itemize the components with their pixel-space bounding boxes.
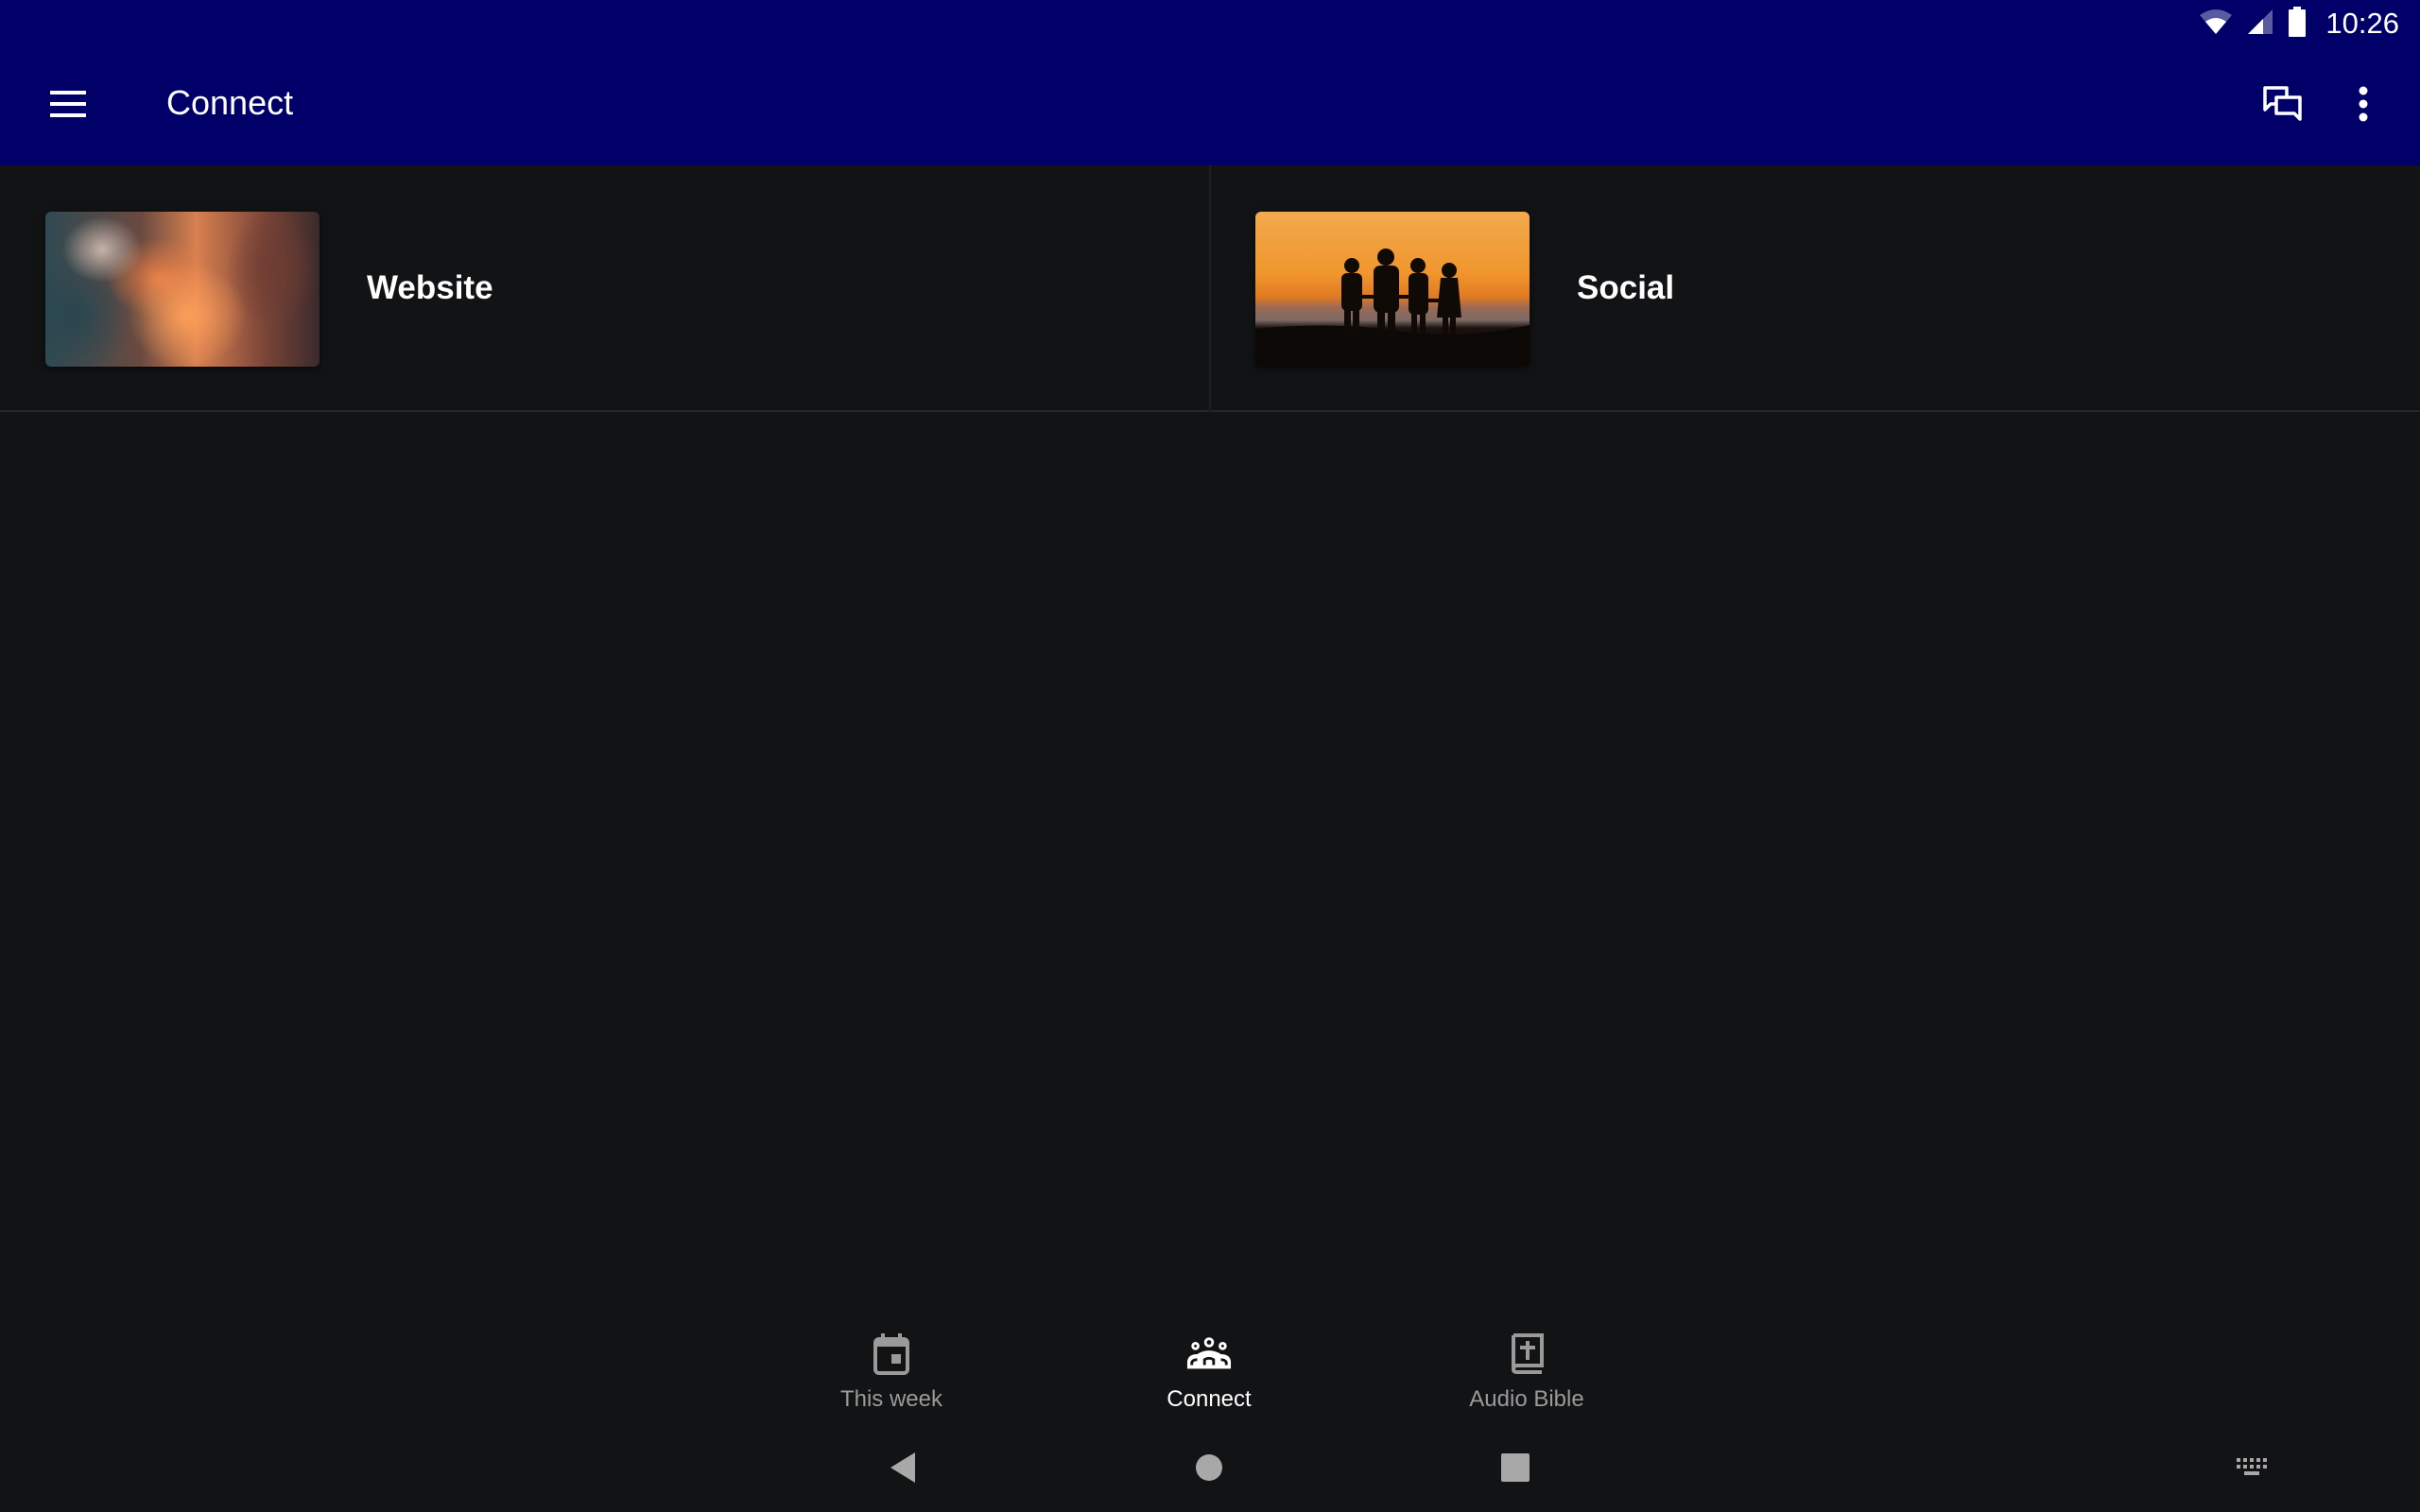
- back-triangle-icon: [889, 1452, 917, 1488]
- status-bar: 10:26: [2199, 0, 2420, 47]
- home-circle-icon: [1195, 1453, 1223, 1486]
- chat-bubbles-icon: [2262, 85, 2304, 128]
- chat-button[interactable]: [2255, 77, 2311, 134]
- wifi-icon: [2199, 8, 2233, 41]
- page-title: Connect: [166, 83, 294, 122]
- home-button[interactable]: [1181, 1446, 1237, 1493]
- groups-icon: [1186, 1332, 1232, 1377]
- back-button[interactable]: [874, 1446, 931, 1493]
- recents-square-icon: [1501, 1452, 1530, 1486]
- keyboard-icon: [2237, 1457, 2267, 1482]
- card-website[interactable]: Website: [0, 165, 1209, 412]
- battery-icon: [2288, 6, 2307, 42]
- card-social[interactable]: Social: [1211, 165, 2420, 412]
- cellular-signal-icon: [2246, 8, 2274, 41]
- card-label: Website: [367, 269, 493, 306]
- nav-label: This week: [839, 1386, 943, 1412]
- more-options-button[interactable]: [2335, 77, 2392, 134]
- system-navigation-bar: [0, 1427, 2420, 1512]
- nav-connect[interactable]: Connect: [1096, 1318, 1322, 1422]
- social-thumbnail: [1255, 212, 1530, 367]
- connect-grid: Website Social: [0, 165, 2420, 412]
- recents-button[interactable]: [1487, 1446, 1544, 1493]
- menu-button[interactable]: [40, 77, 96, 134]
- nav-audio-bible[interactable]: Audio Bible: [1413, 1318, 1640, 1422]
- nav-label: Audio Bible: [1469, 1386, 1584, 1412]
- hamburger-menu-icon: [50, 90, 86, 122]
- nav-label: Connect: [1167, 1386, 1252, 1412]
- status-time: 10:26: [2325, 7, 2399, 40]
- calendar-icon: [869, 1332, 914, 1377]
- family-silhouette: [1255, 249, 1530, 367]
- nav-this-week[interactable]: This week: [778, 1318, 1005, 1422]
- card-label: Social: [1577, 269, 1675, 306]
- website-thumbnail: [45, 212, 320, 367]
- bible-book-icon: [1504, 1332, 1549, 1377]
- keyboard-switch-button[interactable]: [2223, 1446, 2280, 1493]
- more-vertical-icon: [2358, 86, 2369, 127]
- bottom-navigation: This week Connect Audio Bible: [0, 1318, 2420, 1422]
- app-bar: 10:26 Connect: [0, 0, 2420, 165]
